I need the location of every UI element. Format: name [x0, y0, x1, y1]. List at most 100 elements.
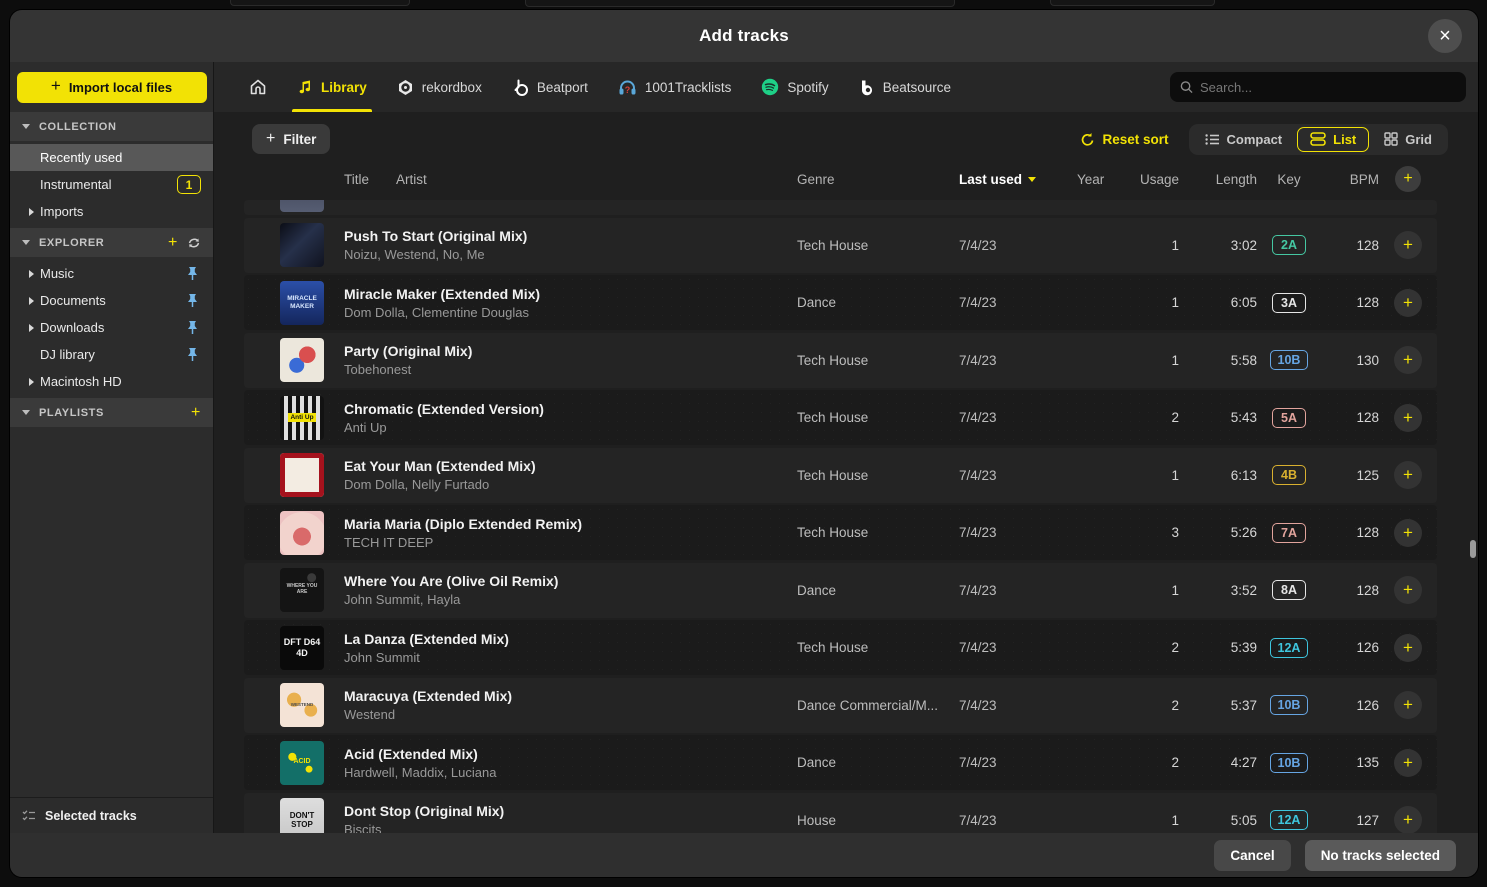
pin-icon[interactable]: [186, 320, 199, 335]
selected-tracks-toggle[interactable]: Selected tracks: [10, 797, 213, 833]
column-key[interactable]: Key: [1257, 172, 1321, 187]
track-row[interactable]: Eat Your Man (Extended Mix)Dom Dolla, Ne…: [244, 448, 1437, 503]
reset-icon: [1080, 132, 1095, 147]
add-track-button[interactable]: +: [1394, 231, 1422, 259]
column-title[interactable]: Title: [344, 172, 369, 187]
sidebar-item-dj-library[interactable]: DJ library: [10, 341, 213, 368]
sidebar-item-documents[interactable]: Documents: [10, 287, 213, 314]
sidebar-item-imports[interactable]: Imports: [10, 198, 213, 225]
album-art: [280, 338, 324, 382]
sidebar-item-instrumental[interactable]: Instrumental1: [10, 171, 213, 198]
view-compact-button[interactable]: Compact: [1192, 127, 1296, 152]
sidebar-item-downloads[interactable]: Downloads: [10, 314, 213, 341]
sidebar-item-label: Documents: [40, 293, 186, 308]
search-input[interactable]: [1200, 80, 1456, 95]
pin-icon[interactable]: [186, 293, 199, 308]
track-row[interactable]: WESTENDMaracuya (Extended Mix)WestendDan…: [244, 678, 1437, 733]
track-row[interactable]: Push To Start (Original Mix)Noizu, Weste…: [244, 218, 1437, 273]
chevron-down-icon: [22, 410, 30, 415]
sidebar-item-music[interactable]: Music: [10, 260, 213, 287]
reset-sort-button[interactable]: Reset sort: [1080, 132, 1168, 147]
add-track-button[interactable]: +: [1394, 461, 1422, 489]
add-track-button[interactable]: +: [1394, 404, 1422, 432]
section-header-playlists[interactable]: PLAYLISTS +: [10, 398, 213, 427]
track-artist: John Summit: [344, 650, 797, 665]
confirm-button[interactable]: No tracks selected: [1305, 840, 1456, 871]
grid-view-icon: [1384, 132, 1398, 146]
column-usage[interactable]: Usage: [1133, 172, 1179, 187]
track-usage: 2: [1133, 755, 1179, 770]
track-bpm: 130: [1321, 353, 1379, 368]
view-toggle-group: Compact List Grid: [1189, 124, 1448, 155]
track-usage: 1: [1133, 813, 1179, 828]
add-track-button[interactable]: +: [1394, 749, 1422, 777]
view-grid-button[interactable]: Grid: [1371, 127, 1445, 152]
sidebar-item-macintosh-hd[interactable]: Macintosh HD: [10, 368, 213, 395]
column-last-used[interactable]: Last used: [959, 172, 1077, 187]
filter-button[interactable]: + Filter: [252, 124, 330, 154]
add-track-button[interactable]: +: [1394, 806, 1422, 833]
track-row[interactable]: Maria Maria (Diplo Extended Remix)TECH I…: [244, 505, 1437, 560]
expander-icon[interactable]: [24, 378, 38, 386]
scrollbar-thumb[interactable]: [1470, 540, 1476, 558]
track-row[interactable]: Anti UpChromatic (Extended Version)Anti …: [244, 390, 1437, 445]
track-row-partial[interactable]: [244, 200, 1437, 215]
expander-icon[interactable]: [24, 324, 38, 332]
add-track-button[interactable]: +: [1394, 634, 1422, 662]
track-row[interactable]: DON'T STOPDont Stop (Original Mix)Biscit…: [244, 793, 1437, 834]
track-genre: Dance: [797, 295, 959, 310]
track-bpm: 128: [1321, 410, 1379, 425]
expander-icon[interactable]: [24, 270, 38, 278]
close-button[interactable]: ×: [1428, 19, 1462, 53]
sort-descending-icon: [1028, 177, 1036, 182]
compact-view-icon: [1205, 133, 1220, 146]
tab-beatport[interactable]: Beatport: [499, 62, 601, 112]
add-explorer-source-button[interactable]: +: [168, 235, 178, 251]
add-track-button[interactable]: +: [1394, 346, 1422, 374]
tab-home[interactable]: [236, 62, 280, 112]
track-artist: John Summit, Hayla: [344, 592, 797, 607]
track-row[interactable]: MIRACLE MAKERMiracle Maker (Extended Mix…: [244, 275, 1437, 330]
track-artist: Dom Dolla, Nelly Furtado: [344, 477, 797, 492]
add-column-button[interactable]: +: [1395, 166, 1421, 192]
track-last-used: 7/4/23: [959, 755, 1077, 770]
add-track-button[interactable]: +: [1394, 519, 1422, 547]
tab-library[interactable]: Library: [284, 62, 380, 112]
section-header-explorer[interactable]: EXPLORER +: [10, 228, 213, 257]
pin-icon[interactable]: [186, 347, 199, 362]
chevron-down-icon: [22, 124, 30, 129]
tab-beatsource[interactable]: Beatsource: [846, 62, 964, 112]
pin-icon[interactable]: [186, 266, 199, 281]
section-header-collection[interactable]: COLLECTION: [10, 112, 213, 141]
sidebar-item-recently-used[interactable]: Recently used: [10, 144, 213, 171]
tab-spotify[interactable]: Spotify: [748, 62, 841, 112]
add-track-button[interactable]: +: [1394, 289, 1422, 317]
track-length: 5:58: [1179, 353, 1257, 368]
track-row[interactable]: WHERE YOU AREWhere You Are (Olive Oil Re…: [244, 563, 1437, 618]
tab-1001tracklists[interactable]: ? 1001Tracklists: [605, 62, 745, 112]
add-track-button[interactable]: +: [1394, 576, 1422, 604]
track-row[interactable]: ACIDAcid (Extended Mix)Hardwell, Maddix,…: [244, 735, 1437, 790]
import-local-files-button[interactable]: + Import local files: [17, 72, 207, 103]
track-row[interactable]: DFT D64 4DLa Danza (Extended Mix)John Su…: [244, 620, 1437, 675]
column-length[interactable]: Length: [1179, 172, 1257, 187]
expander-icon[interactable]: [24, 208, 38, 216]
track-title: La Danza (Extended Mix): [344, 631, 797, 647]
album-art: WHERE YOU ARE: [280, 568, 324, 612]
sidebar: + Import local files COLLECTION Recently…: [10, 62, 214, 833]
column-bpm[interactable]: BPM: [1321, 172, 1379, 187]
cancel-button[interactable]: Cancel: [1214, 840, 1290, 871]
source-tabbar: Library rekordbox Beatport ? 1001Trackli…: [214, 62, 1478, 112]
track-row[interactable]: Party (Original Mix)TobehonestTech House…: [244, 333, 1437, 388]
track-artist: Anti Up: [344, 420, 797, 435]
column-year[interactable]: Year: [1077, 172, 1133, 187]
view-list-button[interactable]: List: [1297, 127, 1369, 152]
tab-rekordbox[interactable]: rekordbox: [384, 62, 495, 112]
add-playlist-button[interactable]: +: [191, 405, 201, 421]
column-genre[interactable]: Genre: [797, 172, 959, 187]
album-art: WESTEND: [280, 683, 324, 727]
add-track-button[interactable]: +: [1394, 691, 1422, 719]
expander-icon[interactable]: [24, 297, 38, 305]
column-artist[interactable]: Artist: [396, 172, 427, 187]
refresh-icon[interactable]: [187, 236, 201, 250]
